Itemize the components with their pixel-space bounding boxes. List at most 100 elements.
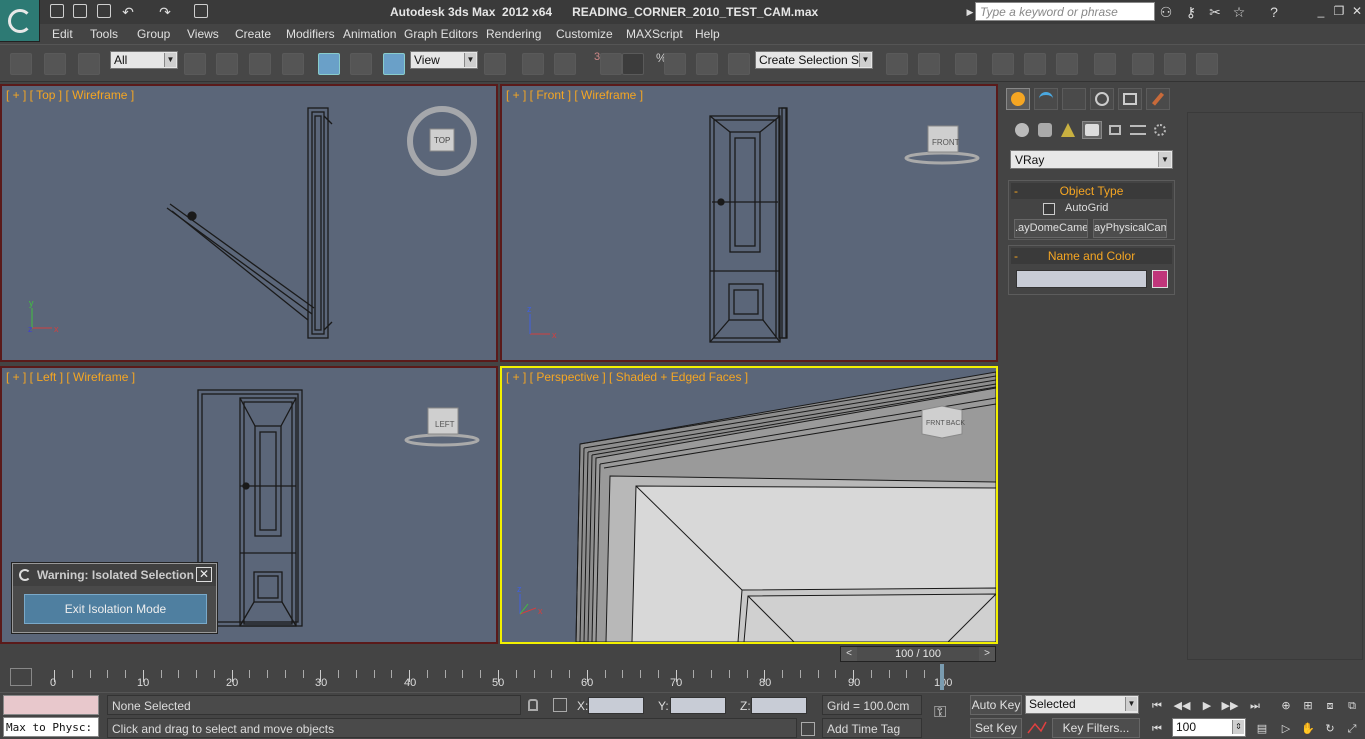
menu-help[interactable]: Help bbox=[695, 27, 720, 41]
absolute-mode-icon[interactable] bbox=[553, 698, 567, 712]
zoom-all-icon[interactable]: ⊞ bbox=[1298, 698, 1318, 714]
open-file-icon[interactable] bbox=[73, 4, 87, 18]
viewcube-front-label[interactable]: FRONT bbox=[932, 138, 960, 147]
layer-manager-icon[interactable] bbox=[955, 53, 977, 75]
percent-snap-icon[interactable] bbox=[664, 53, 686, 75]
render-setup-icon[interactable] bbox=[1132, 53, 1154, 75]
maximize-viewport-icon[interactable]: ⤢ bbox=[1342, 721, 1362, 737]
geometry-icon[interactable] bbox=[1013, 121, 1033, 139]
app-logo[interactable] bbox=[0, 0, 40, 42]
create-tab-icon[interactable] bbox=[1006, 88, 1030, 110]
keyboard-shortcut-override-icon[interactable] bbox=[554, 53, 576, 75]
search-input[interactable]: Type a keyword or phrase bbox=[975, 2, 1155, 21]
auto-key-button[interactable]: Auto Key bbox=[970, 695, 1022, 715]
star-icon[interactable]: ☆ bbox=[1231, 4, 1247, 20]
key-icon[interactable]: ⚷ bbox=[1183, 4, 1199, 20]
autogrid-checkbox[interactable] bbox=[1043, 203, 1055, 215]
go-to-end-icon[interactable]: ⏭ bbox=[1245, 698, 1265, 714]
motion-tab-icon[interactable] bbox=[1090, 88, 1114, 110]
viewport-left-label[interactable]: [ + ] [ Left ] [ Wireframe ] bbox=[6, 370, 135, 384]
time-tag-icon[interactable] bbox=[801, 722, 815, 736]
viewport-front-label[interactable]: [ + ] [ Front ] [ Wireframe ] bbox=[506, 88, 643, 102]
select-and-rotate-icon[interactable] bbox=[350, 53, 372, 75]
track-bar[interactable]: 0 10 20 30 40 50 60 70 80 90 100 bbox=[0, 664, 1000, 694]
viewport-front[interactable]: x z [ + ] [ Front ] [ Wireframe ] FRONT bbox=[500, 84, 998, 362]
project-folder-icon[interactable] bbox=[194, 4, 208, 18]
time-cursor[interactable] bbox=[940, 664, 944, 690]
tools-icon[interactable]: ✂ bbox=[1207, 4, 1223, 20]
restore-icon[interactable]: ❐ bbox=[1332, 4, 1346, 18]
play-icon[interactable]: ▶ bbox=[1197, 698, 1217, 714]
field-of-view-icon[interactable]: ▷ bbox=[1276, 721, 1296, 737]
menu-animation[interactable]: Animation bbox=[343, 27, 396, 41]
rectangular-selection-icon[interactable] bbox=[249, 53, 271, 75]
display-tab-icon[interactable] bbox=[1118, 88, 1142, 110]
previous-frame-icon[interactable]: ◀◀ bbox=[1172, 698, 1192, 714]
rendered-frame-window-icon[interactable] bbox=[1164, 53, 1186, 75]
new-file-icon[interactable] bbox=[50, 4, 64, 18]
link-icon[interactable] bbox=[10, 53, 32, 75]
chevron-right-icon[interactable]: > bbox=[979, 647, 995, 661]
pan-icon[interactable]: ✋ bbox=[1298, 721, 1318, 737]
systems-icon[interactable] bbox=[1151, 121, 1171, 139]
mirror-icon[interactable] bbox=[886, 53, 908, 75]
object-type-header[interactable]: - Object Type bbox=[1011, 183, 1172, 199]
redo-icon[interactable]: ↷ bbox=[157, 4, 173, 20]
y-coordinate-input[interactable] bbox=[670, 697, 726, 714]
select-and-scale-icon[interactable] bbox=[383, 53, 405, 75]
close-icon[interactable]: ✕ bbox=[196, 567, 212, 582]
bind-spacewarp-icon[interactable] bbox=[78, 53, 100, 75]
curve-editor-mini-icon[interactable] bbox=[10, 668, 32, 686]
go-to-start-icon[interactable]: ⏮ bbox=[1147, 698, 1167, 714]
select-manipulate-icon[interactable] bbox=[522, 53, 544, 75]
help-icon[interactable]: ? bbox=[1266, 4, 1282, 20]
save-file-icon[interactable] bbox=[97, 4, 111, 18]
time-slider-label[interactable]: 100 / 100 bbox=[857, 647, 979, 661]
menu-edit[interactable]: Edit bbox=[52, 27, 73, 41]
name-and-color-header[interactable]: - Name and Color bbox=[1011, 248, 1172, 264]
key-filters-button[interactable]: Key Filters... bbox=[1052, 718, 1140, 738]
add-time-tag[interactable]: Add Time Tag bbox=[822, 718, 922, 738]
default-tangents-icon[interactable] bbox=[1027, 721, 1047, 735]
pivot-center-icon[interactable] bbox=[484, 53, 506, 75]
undo-icon[interactable]: ↶ bbox=[120, 4, 136, 20]
time-slider[interactable]: < 100 / 100 > bbox=[840, 646, 996, 662]
align-icon[interactable] bbox=[918, 53, 940, 75]
maxscript-output[interactable] bbox=[3, 695, 99, 715]
hierarchy-tab-icon[interactable] bbox=[1062, 88, 1086, 110]
schematic-view-icon[interactable] bbox=[1056, 53, 1078, 75]
zoom-icon[interactable]: ⊕ bbox=[1276, 698, 1296, 714]
menu-rendering[interactable]: Rendering bbox=[486, 27, 541, 41]
render-production-icon[interactable] bbox=[1196, 53, 1218, 75]
vray-physical-camera-button[interactable]: ayPhysicalCam bbox=[1093, 219, 1167, 238]
viewcube-persp-back-label[interactable]: BACK bbox=[946, 420, 965, 427]
menu-create[interactable]: Create bbox=[235, 27, 271, 41]
maxscript-listener-input[interactable]: Max to Physc: bbox=[3, 717, 99, 737]
lock-icon[interactable] bbox=[528, 699, 538, 711]
menu-graph-editors[interactable]: Graph Editors bbox=[404, 27, 478, 41]
viewport-top-label[interactable]: [ + ] [ Top ] [ Wireframe ] bbox=[6, 88, 134, 102]
chevron-left-icon[interactable]: < bbox=[841, 647, 857, 661]
key-icon[interactable]: ⚿ bbox=[934, 705, 962, 721]
object-name-input[interactable] bbox=[1016, 270, 1147, 288]
material-editor-icon[interactable] bbox=[1094, 53, 1116, 75]
z-coordinate-input[interactable] bbox=[751, 697, 807, 714]
select-and-move-icon[interactable] bbox=[318, 53, 340, 75]
menu-customize[interactable]: Customize bbox=[556, 27, 613, 41]
graphite-modeling-icon[interactable] bbox=[992, 53, 1014, 75]
viewport-top[interactable]: x y z [ + ] [ Top ] [ Wireframe ] TOP bbox=[0, 84, 498, 362]
cameras-icon[interactable] bbox=[1082, 121, 1102, 139]
window-crossing-icon[interactable] bbox=[282, 53, 304, 75]
select-by-name-icon[interactable] bbox=[216, 53, 238, 75]
zoom-extents-icon[interactable]: ⧈ bbox=[1320, 698, 1340, 714]
utilities-tab-icon[interactable] bbox=[1146, 88, 1170, 110]
menu-group[interactable]: Group bbox=[137, 27, 170, 41]
viewport-perspective-label[interactable]: [ + ] [ Perspective ] [ Shaded + Edged F… bbox=[506, 370, 748, 384]
viewport-perspective[interactable]: x z [ + ] [ Perspective ] [ Shaded + Edg… bbox=[500, 366, 998, 644]
named-selection-dropdown[interactable]: Create Selection Se ▼ bbox=[755, 51, 873, 69]
dialog-title[interactable]: Warning: Isolated Selection bbox=[13, 564, 216, 586]
edit-named-selection-icon[interactable] bbox=[728, 53, 750, 75]
set-key-button[interactable]: Set Key bbox=[970, 718, 1022, 738]
x-coordinate-input[interactable] bbox=[588, 697, 644, 714]
orbit-icon[interactable]: ↻ bbox=[1320, 721, 1340, 737]
